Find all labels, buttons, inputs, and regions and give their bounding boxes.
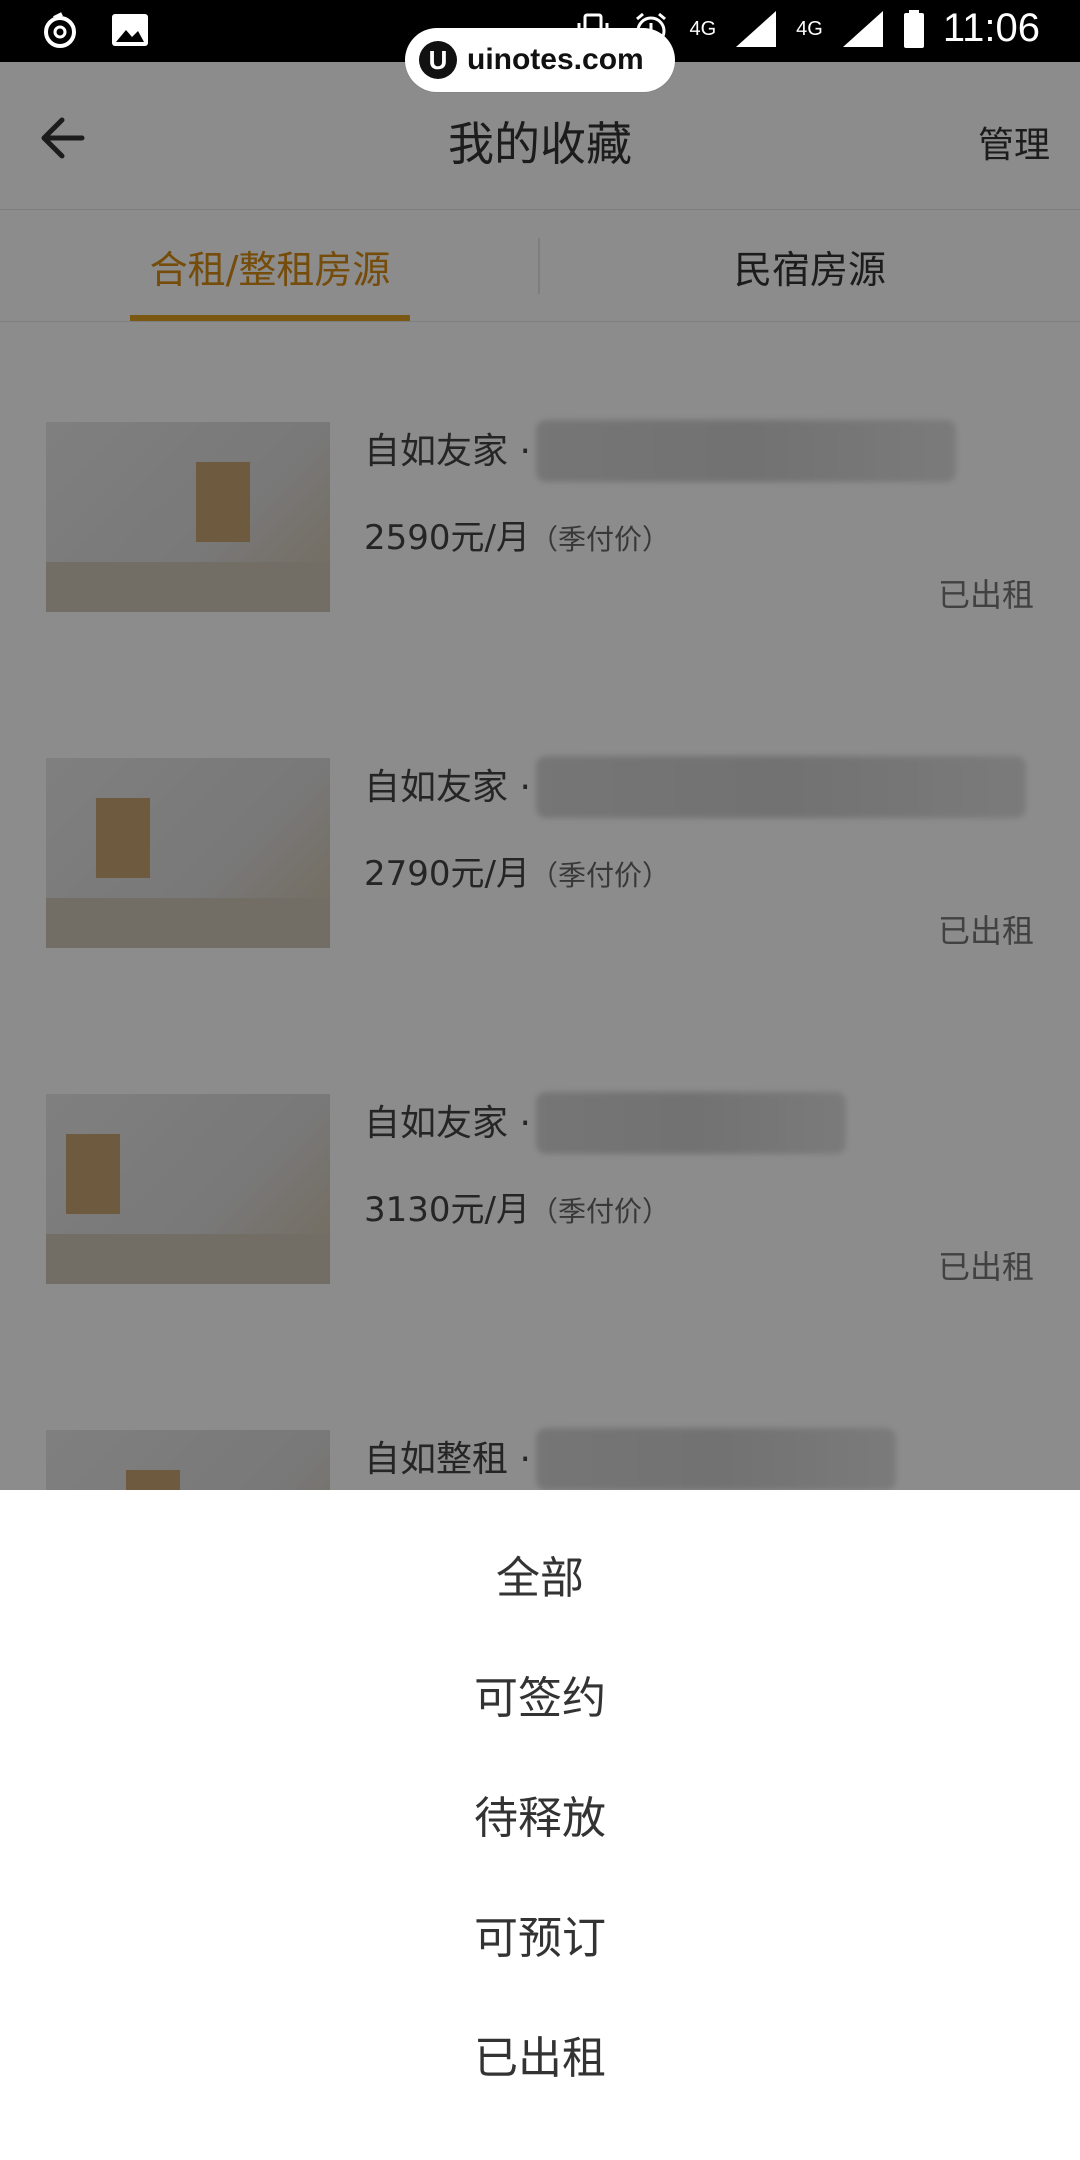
filter-option-all[interactable]: 全部 <box>0 1514 1080 1634</box>
filter-bottom-sheet: 全部 可签约 待释放 可预订 已出租 <box>0 1490 1080 2160</box>
netease-icon <box>44 12 76 48</box>
network-type-2: 4G <box>796 17 823 40</box>
watermark-badge: U uinotes.com <box>405 28 675 92</box>
battery-icon <box>903 9 924 48</box>
filter-option-signable[interactable]: 可签约 <box>0 1634 1080 1754</box>
image-icon <box>112 14 148 46</box>
uinotes-logo: U <box>419 41 457 79</box>
filter-option-rented[interactable]: 已出租 <box>0 1994 1080 2114</box>
filter-option-pending-release[interactable]: 待释放 <box>0 1754 1080 1874</box>
signal-icon <box>736 10 777 47</box>
network-type-1: 4G <box>689 17 717 40</box>
filter-option-bookable[interactable]: 可预订 <box>0 1874 1080 1994</box>
status-left-icons <box>40 10 150 50</box>
signal-icon <box>842 10 883 47</box>
watermark-text: uinotes.com <box>467 43 644 76</box>
status-time: 11:06 <box>942 6 1040 50</box>
dim-overlay[interactable] <box>0 62 1080 1490</box>
